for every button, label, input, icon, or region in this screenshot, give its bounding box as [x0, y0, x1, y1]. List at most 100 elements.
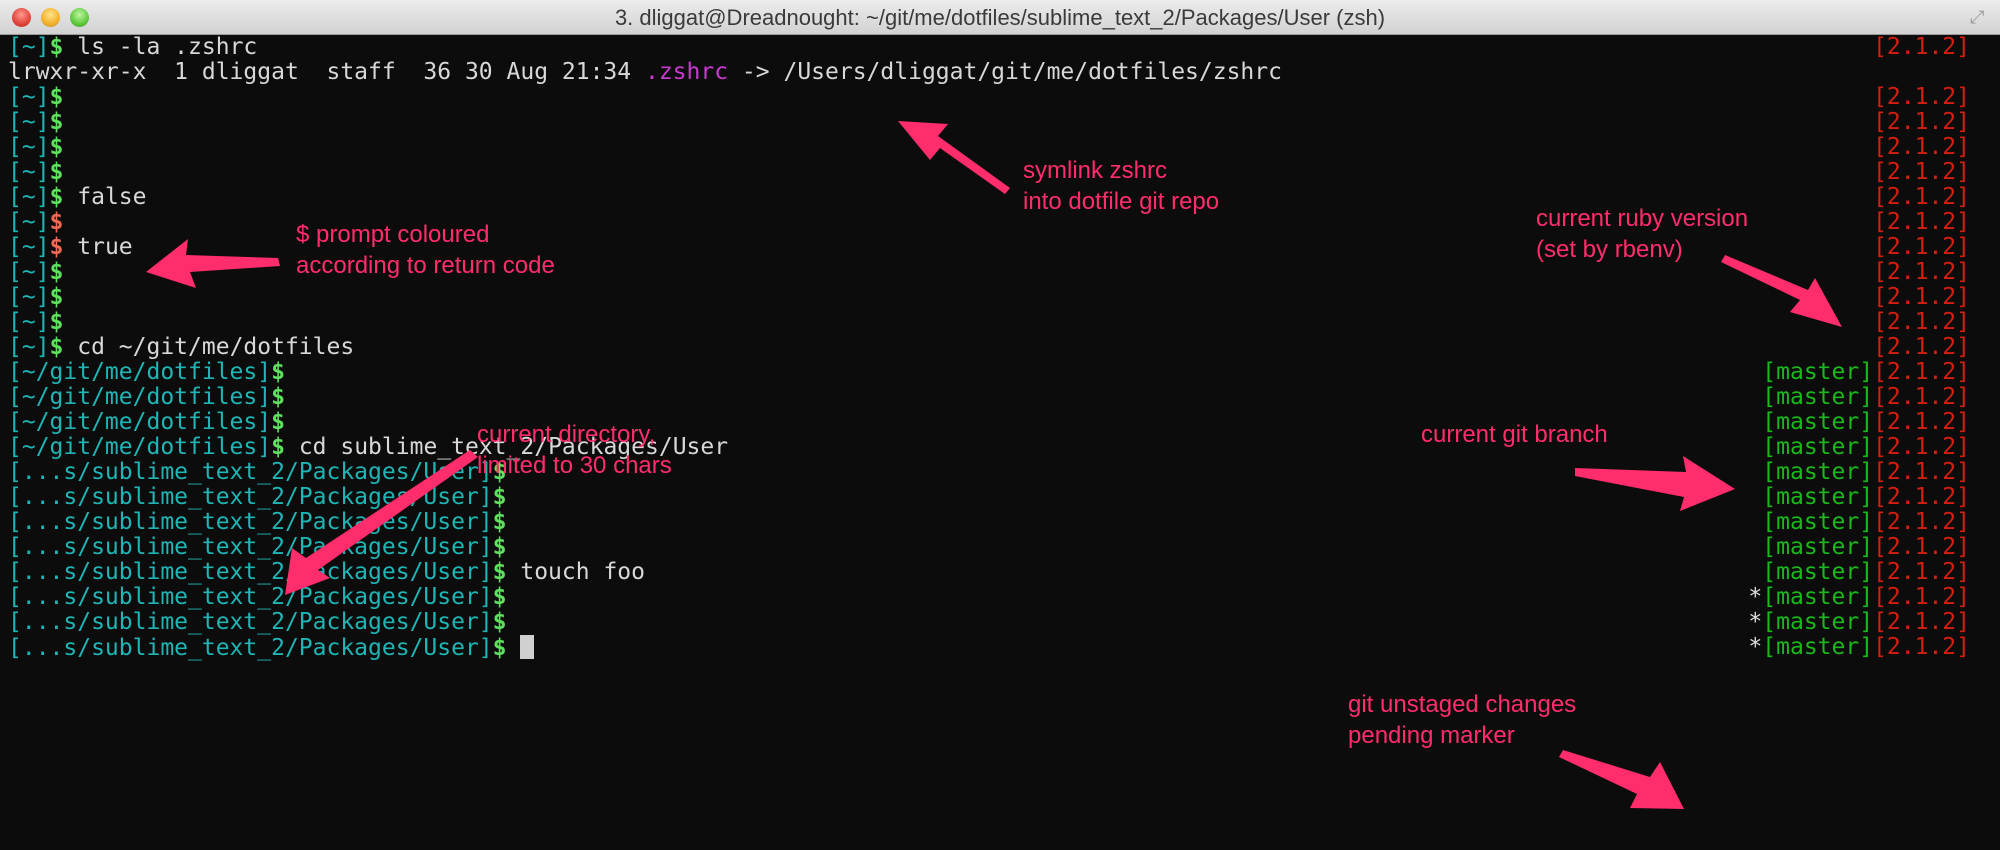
right-prompt: [2.1.2] [1873, 185, 1970, 210]
git-branch: [master] [1762, 509, 1874, 535]
git-branch: [master] [1762, 434, 1874, 460]
git-dirty-marker: * [1748, 609, 1763, 635]
git-dirty-marker: * [1748, 634, 1763, 660]
ruby-version: [2.1.2] [1873, 434, 1970, 460]
right-prompt: [master][2.1.2] [1762, 360, 1970, 385]
prompt-directory: [~] [8, 209, 50, 235]
right-prompt: [2.1.2] [1873, 235, 1970, 260]
terminal-body[interactable]: [~]$ ls -la .zshrc [2.1.2] lrwxr-xr-x 1 dl… [0, 34, 2000, 850]
annotation-prompt-color: $ prompt coloured according to return co… [296, 221, 555, 279]
prompt-symbol: $ [492, 484, 507, 510]
ruby-version: [2.1.2] [1873, 309, 1970, 335]
right-prompt: [2.1.2] [1873, 210, 1970, 235]
prompt-symbol: $ [492, 559, 507, 585]
annotation-directory: current directory, limited to 30 chars [477, 421, 672, 479]
command-text: touch foo [506, 559, 645, 585]
terminal-line: [~]$ [2.1.2] [8, 310, 2000, 335]
prompt-directory: [~] [8, 109, 50, 135]
prompt-directory: [~] [8, 34, 50, 60]
terminal-line: [~]$ ls -la .zshrc [2.1.2] [8, 35, 2000, 60]
terminal-line: [~/git/me/dotfiles]$ [master][2.1.2] [8, 385, 2000, 410]
right-prompt: [master][2.1.2] [1762, 385, 1970, 410]
ruby-version: [2.1.2] [1873, 634, 1970, 660]
terminal-line: [~/git/me/dotfiles]$ cd sublime_text_2/P… [8, 435, 2000, 460]
git-branch: [master] [1762, 359, 1874, 385]
prompt-symbol: $ [49, 34, 64, 60]
prompt-directory: [~] [8, 259, 50, 285]
terminal-line: [~]$ [2.1.2] [8, 85, 2000, 110]
prompt-symbol: $ [49, 134, 64, 160]
annotation-git-dirty: git unstaged changes pending marker [1348, 691, 1577, 749]
right-prompt: *[master][2.1.2] [1748, 585, 1970, 610]
prompt-directory: [~/git/me/dotfiles] [8, 384, 272, 410]
ruby-version: [2.1.2] [1873, 184, 1970, 210]
prompt-directory: [~] [8, 309, 50, 335]
right-prompt: [master][2.1.2] [1762, 510, 1970, 535]
terminal-line: [...s/sublime_text_2/Packages/User]$ [mas… [8, 510, 2000, 535]
prompt-symbol: $ [49, 284, 64, 310]
right-prompt: [2.1.2] [1873, 35, 1970, 60]
symlink-target: -> /Users/dliggat/git/me/dotfiles/zshrc [728, 59, 1282, 85]
terminal-line: [~]$ cd ~/git/me/dotfiles [2.1.2] [8, 335, 2000, 360]
ruby-version: [2.1.2] [1873, 259, 1970, 285]
prompt-symbol: $ [49, 309, 64, 335]
terminal-line: [~]$ [2.1.2] [8, 160, 2000, 185]
prompt-directory: [...s/sublime_text_2/Packages/User] [8, 584, 493, 610]
git-branch: [master] [1762, 459, 1874, 485]
right-prompt: [2.1.2] [1873, 160, 1970, 185]
right-prompt: [master][2.1.2] [1762, 485, 1970, 510]
git-branch: [master] [1762, 609, 1874, 635]
terminal-line: [~]$ [2.1.2] [8, 285, 2000, 310]
prompt-directory: [~/git/me/dotfiles] [8, 434, 272, 460]
command-output: lrwxr-xr-x 1 dliggat staff 36 30 Aug 21:… [8, 59, 645, 85]
ruby-version: [2.1.2] [1873, 84, 1970, 110]
terminal-line: [...s/sublime_text_2/Packages/User]$ *[ma… [8, 585, 2000, 610]
fullscreen-icon[interactable]: ⤢ [1970, 7, 1992, 29]
terminal-line: [...s/sublime_text_2/Packages/User]$ [mas… [8, 460, 2000, 485]
prompt-symbol: $ [492, 534, 507, 560]
git-branch: [master] [1762, 534, 1874, 560]
git-branch: [master] [1762, 384, 1874, 410]
annotation-git-branch: current git branch [1421, 421, 1608, 448]
right-prompt: [2.1.2] [1873, 110, 1970, 135]
ruby-version: [2.1.2] [1873, 584, 1970, 610]
text-cursor[interactable] [520, 635, 535, 659]
terminal-line: [~/git/me/dotfiles]$ [master][2.1.2] [8, 410, 2000, 435]
ruby-version: [2.1.2] [1873, 334, 1970, 360]
prompt-directory: [~] [8, 184, 50, 210]
ruby-version: [2.1.2] [1873, 209, 1970, 235]
prompt-directory: [~] [8, 84, 50, 110]
ruby-version: [2.1.2] [1873, 109, 1970, 135]
window-titlebar[interactable]: 3. dliggat@Dreadnought: ~/git/me/dotfile… [0, 0, 2000, 35]
prompt-symbol: $ [49, 209, 64, 235]
prompt-directory: [...s/sublime_text_2/Packages/User] [8, 459, 493, 485]
command-text: cd ~/git/me/dotfiles [63, 334, 355, 360]
ruby-version: [2.1.2] [1873, 359, 1970, 385]
terminal-line: [...s/sublime_text_2/Packages/User]$ [mas… [8, 485, 2000, 510]
prompt-symbol: $ [49, 334, 64, 360]
prompt-directory: [~] [8, 284, 50, 310]
git-branch: [master] [1762, 559, 1874, 585]
right-prompt: [2.1.2] [1873, 260, 1970, 285]
command-text: ls -la .zshrc [63, 34, 258, 60]
right-prompt: [2.1.2] [1873, 135, 1970, 160]
git-branch: [master] [1762, 584, 1874, 610]
prompt-directory: [~] [8, 134, 50, 160]
right-prompt: [master][2.1.2] [1762, 460, 1970, 485]
prompt-directory: [~/git/me/dotfiles] [8, 359, 272, 385]
ruby-version: [2.1.2] [1873, 384, 1970, 410]
prompt-symbol: $ [271, 434, 285, 460]
prompt-directory: [~/git/me/dotfiles] [8, 409, 272, 435]
right-prompt: *[master][2.1.2] [1748, 610, 1970, 635]
prompt-symbol: $ [271, 409, 285, 435]
terminal-line: [...s/sublime_text_2/Packages/User]$ *[ma… [8, 610, 2000, 635]
prompt-directory: [...s/sublime_text_2/Packages/User] [8, 509, 493, 535]
prompt-symbol: $ [49, 184, 64, 210]
window-title: 3. dliggat@Dreadnought: ~/git/me/dotfile… [614, 5, 1386, 30]
ruby-version: [2.1.2] [1873, 534, 1970, 560]
terminal-line: [~/git/me/dotfiles]$ [master][2.1.2] [8, 360, 2000, 385]
right-prompt: *[master][2.1.2] [1748, 635, 1970, 660]
ruby-version: [2.1.2] [1873, 34, 1970, 60]
prompt-symbol: $ [492, 509, 507, 535]
ruby-version: [2.1.2] [1873, 284, 1970, 310]
